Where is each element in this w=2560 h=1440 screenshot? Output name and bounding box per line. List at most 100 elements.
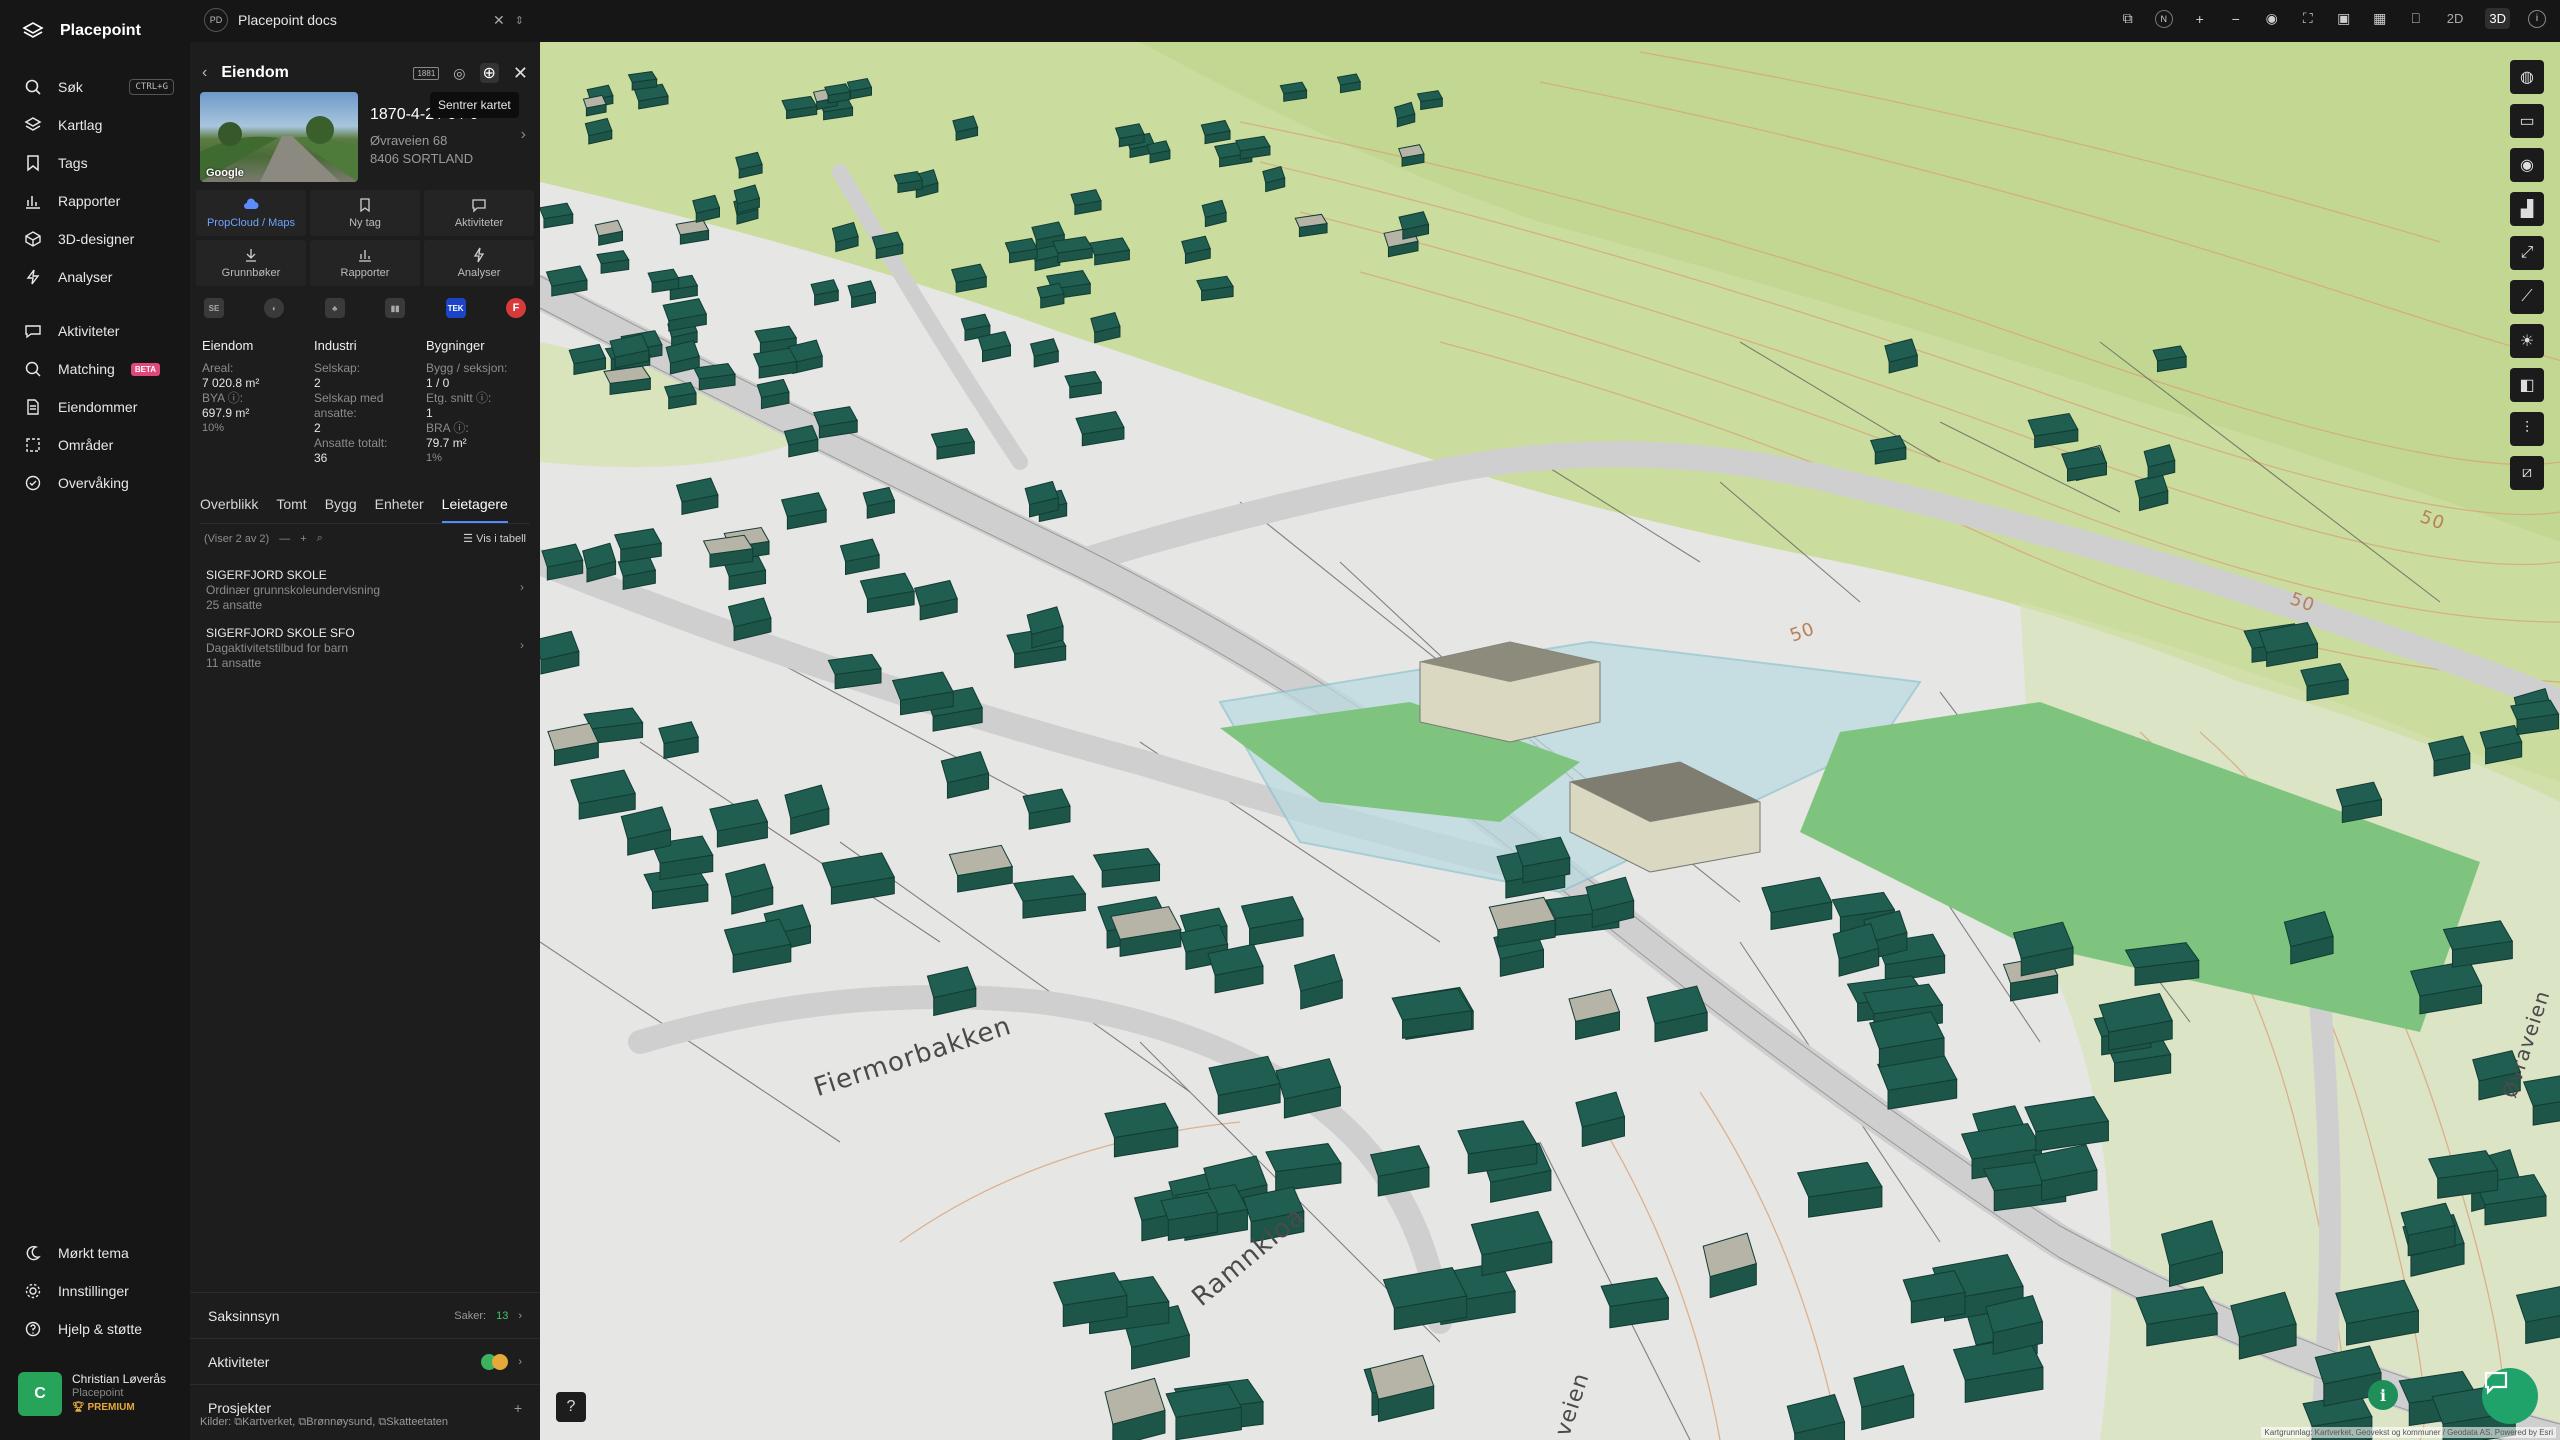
- tab-bygg[interactable]: Bygg: [325, 496, 357, 523]
- bookmark-icon: [360, 198, 370, 213]
- back-chevron-icon[interactable]: ‹: [202, 64, 207, 82]
- nav-item-3d-designer[interactable]: 3D-designer: [24, 230, 174, 248]
- chat-button[interactable]: [2482, 1368, 2538, 1424]
- close-icon[interactable]: ✕: [513, 63, 528, 84]
- nav-item-help[interactable]: Hjelp & støtte: [24, 1320, 174, 1338]
- compass-icon[interactable]: N: [2154, 9, 2173, 28]
- eye-icon[interactable]: ◎: [453, 65, 465, 82]
- chart-icon: [26, 196, 40, 209]
- nav-item-rapporter[interactable]: Rapporter: [24, 192, 174, 210]
- map-id-icon[interactable]: 1881: [413, 66, 440, 80]
- source-link[interactable]: Kartverket: [242, 1416, 292, 1428]
- sun-tool[interactable]: ☀: [2510, 324, 2544, 358]
- source-link[interactable]: Skatteetaten: [386, 1416, 448, 1428]
- propcloud-button[interactable]: PropCloud / Maps: [196, 190, 306, 236]
- map-layers-tool[interactable]: ◍: [2510, 60, 2544, 94]
- activities-button[interactable]: Aktiviteter: [424, 190, 534, 236]
- source-se-icon[interactable]: SE: [204, 298, 224, 318]
- aktiviteter-section[interactable]: Aktiviteter ›: [190, 1338, 540, 1384]
- tab-leietagere[interactable]: Leietagere: [441, 496, 508, 523]
- tab-enheter[interactable]: Enheter: [375, 496, 424, 523]
- cloud-icon: [244, 198, 259, 209]
- source-f-icon[interactable]: F: [505, 298, 526, 318]
- magnifier-icon: [25, 361, 41, 377]
- street-view-photo[interactable]: Google: [200, 92, 358, 182]
- close-icon[interactable]: ✕: [493, 12, 505, 29]
- source-globe-icon[interactable]: ◐: [264, 298, 285, 318]
- nav-item-dark-theme[interactable]: Mørkt tema: [24, 1244, 174, 1262]
- line-of-sight-tool[interactable]: ⤢: [2510, 236, 2544, 270]
- chevron-right-icon[interactable]: ›: [521, 126, 526, 144]
- add-icon[interactable]: +: [514, 1400, 522, 1416]
- land-registry-button[interactable]: Grunnbøker: [196, 240, 306, 286]
- top-bar: PD Placepoint docs ✕ ⇕ ⧉ N + − ◉ ⛶ ▣ ▦ ⎕…: [190, 0, 2560, 42]
- doc-tab[interactable]: PD Placepoint docs ✕ ⇕: [204, 6, 524, 34]
- tab-tomt[interactable]: Tomt: [276, 496, 306, 523]
- fullscreen-icon[interactable]: ⛶: [2299, 10, 2317, 28]
- nav-item-matching[interactable]: Matching BETA: [24, 360, 174, 378]
- nav-item-eiendommer[interactable]: Eiendommer: [24, 398, 174, 416]
- view-3d-toggle[interactable]: 3D: [2485, 8, 2510, 29]
- chart-icon: [359, 250, 371, 262]
- view-tool[interactable]: ◉: [2510, 148, 2544, 182]
- view-as-table-button[interactable]: ☰ Vis i tabell: [463, 532, 526, 545]
- analysis-tool[interactable]: ⧄: [2510, 456, 2544, 490]
- map-canvas[interactable]: Fiermorbakken Ramnkloa Øvraveien veien 5…: [540, 42, 2560, 1440]
- eye-icon[interactable]: ◉: [2263, 10, 2281, 28]
- center-map-icon[interactable]: ⊕: [479, 63, 499, 83]
- expand-icon[interactable]: +: [300, 533, 306, 545]
- shadow-tool[interactable]: ◧: [2510, 368, 2544, 402]
- nav-item-analyser[interactable]: Analyser: [24, 268, 174, 286]
- activity-avatars: [481, 1353, 509, 1370]
- nav-item-kartlag[interactable]: Kartlag: [24, 116, 174, 134]
- stat-key: Areal:: [202, 361, 234, 375]
- nav-item-settings[interactable]: Innstillinger: [24, 1282, 174, 1300]
- tenant-employees: 11 ansatte: [206, 656, 262, 670]
- search-icon[interactable]: ⌕: [317, 532, 323, 545]
- analyses-button[interactable]: Analyser: [424, 240, 534, 286]
- grid-icon[interactable]: ▦: [2371, 10, 2389, 28]
- saksinnsyn-section[interactable]: Saksinnsyn Saker: 13 ›: [190, 1292, 540, 1338]
- nav-item-overvaking[interactable]: Overvåking: [24, 474, 174, 492]
- tile-label: Analyser: [457, 267, 501, 279]
- profile-tool[interactable]: ⟋: [2510, 280, 2544, 314]
- chat-icon: [25, 325, 41, 339]
- measure-tool[interactable]: ▭: [2510, 104, 2544, 138]
- elevation-tool[interactable]: ▟: [2510, 192, 2544, 226]
- section-tool[interactable]: ⫶: [2510, 412, 2544, 446]
- nav-item-search[interactable]: Søk CTRL+G: [24, 78, 174, 96]
- nav-item-tags[interactable]: Tags: [24, 154, 174, 172]
- tab-overblikk[interactable]: Overblikk: [200, 496, 258, 523]
- new-tag-button[interactable]: Ny tag: [310, 190, 420, 236]
- user-profile[interactable]: C Christian Løverås Placepoint 🏆︎ PREMIU…: [18, 1372, 178, 1420]
- reports-button[interactable]: Rapporter: [310, 240, 420, 286]
- tenant-employees: 25 ansatte: [206, 598, 263, 612]
- source-tree-icon[interactable]: ♣: [324, 298, 345, 318]
- tenant-row[interactable]: SIGERFJORD SKOLE Ordinær grunnskoleunder…: [206, 568, 524, 613]
- stat-value: 7 020.8 m²: [202, 376, 260, 390]
- zoom-out-icon[interactable]: −: [2227, 10, 2245, 28]
- collapse-icon[interactable]: —: [279, 533, 290, 545]
- map-3d-scene[interactable]: [540, 42, 2560, 1440]
- camera-icon[interactable]: ▣: [2335, 10, 2353, 28]
- nav-item-aktiviteter[interactable]: Aktiviteter: [24, 322, 174, 340]
- bookmark-icon[interactable]: ⎕: [2407, 10, 2425, 28]
- source-tek-icon[interactable]: TEK: [445, 298, 466, 318]
- nav-item-omrader[interactable]: Områder: [24, 436, 174, 454]
- zoom-in-icon[interactable]: +: [2191, 10, 2209, 28]
- nav-label: Aktiviteter: [58, 323, 120, 339]
- sightline-icon: ⤢: [2520, 244, 2534, 261]
- layers-stack-icon[interactable]: ⧉: [2119, 10, 2137, 28]
- brand[interactable]: Placepoint: [22, 20, 141, 42]
- tenant-row[interactable]: SIGERFJORD SKOLE SFO Dagaktivitetstilbud…: [206, 626, 524, 671]
- view-2d-toggle[interactable]: 2D: [2443, 8, 2468, 29]
- info-icon[interactable]: i: [2528, 9, 2546, 28]
- source-bars-icon[interactable]: ▮▮: [385, 298, 406, 318]
- help-button[interactable]: ?: [556, 1392, 586, 1422]
- info-button[interactable]: i: [2368, 1380, 2398, 1410]
- stat-key: Selskap med ansatte:: [314, 391, 384, 420]
- source-link[interactable]: Brønnøysund: [306, 1416, 372, 1428]
- chevron-updown-icon[interactable]: ⇕: [515, 14, 524, 27]
- map-attribution: Kartgrunnlag: Kartverket, Geovekst og ko…: [2261, 1427, 2556, 1438]
- lightning-icon: [473, 247, 485, 263]
